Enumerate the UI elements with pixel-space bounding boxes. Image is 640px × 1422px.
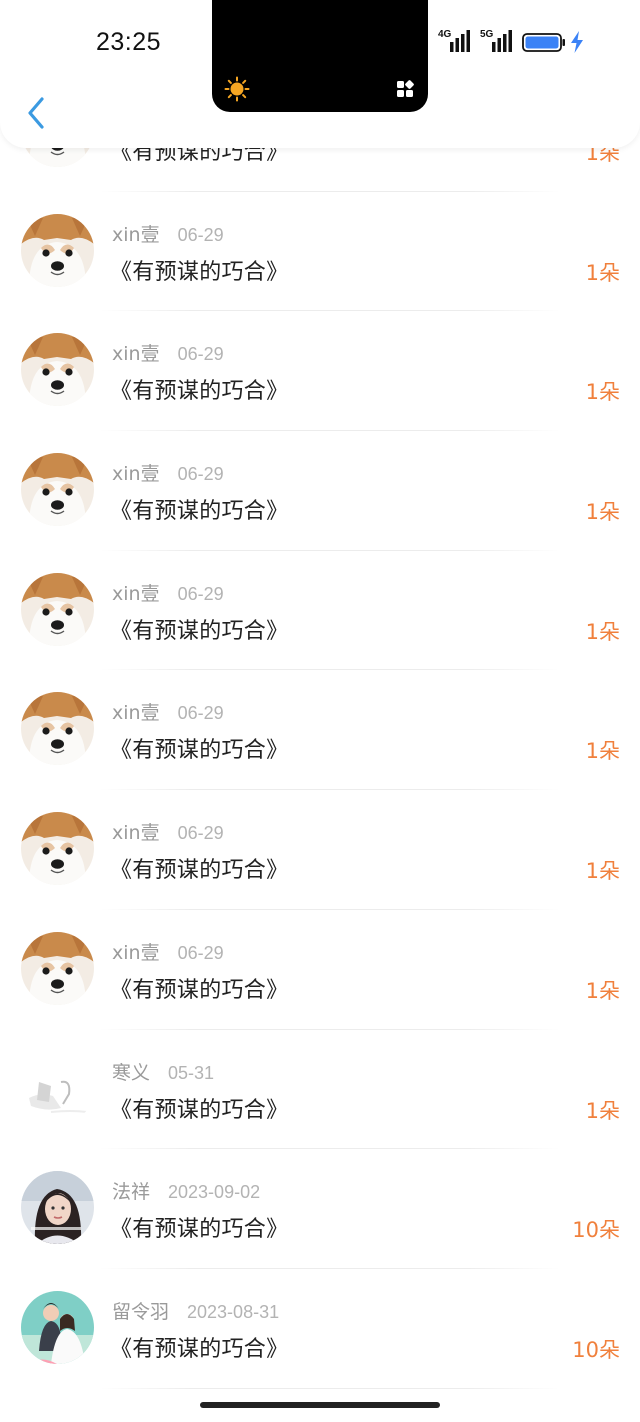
item-date: 06-29 bbox=[177, 344, 224, 365]
user-name: 法祥 bbox=[112, 1181, 151, 1204]
item-meta: xin壹 06-29 bbox=[112, 579, 224, 605]
gift-amount: 1朵 bbox=[585, 1098, 620, 1123]
avatar-corgi[interactable] bbox=[21, 453, 94, 527]
book-title: 《有预谋的巧合》 bbox=[110, 379, 289, 405]
gift-amount: 10朵 bbox=[572, 1218, 620, 1243]
back-button[interactable] bbox=[20, 96, 52, 130]
item-meta: xin壹 06-29 bbox=[112, 938, 224, 964]
user-name: xin壹 bbox=[112, 463, 160, 486]
gift-amount: 1朵 bbox=[585, 500, 620, 525]
item-meta: xin壹 06-29 bbox=[112, 220, 224, 246]
item-date: 06-29 bbox=[177, 224, 224, 245]
home-indicator[interactable] bbox=[200, 1402, 440, 1408]
user-name: xin壹 bbox=[112, 223, 160, 246]
item-meta: 寒义 05-31 bbox=[112, 1058, 215, 1084]
gift-amount: 1朵 bbox=[585, 380, 620, 405]
gift-amount: 1朵 bbox=[585, 859, 620, 884]
row-divider bbox=[100, 1387, 560, 1389]
gift-amount: 1朵 bbox=[585, 619, 620, 644]
avatar-corgi[interactable] bbox=[21, 213, 94, 287]
avatar-sketch[interactable] bbox=[21, 1051, 94, 1125]
book-title: 《有预谋的巧合》 bbox=[110, 499, 289, 525]
avatar-corgi[interactable] bbox=[21, 572, 94, 646]
avatar-corgi[interactable] bbox=[21, 931, 94, 1005]
gift-amount: 1朵 bbox=[585, 978, 620, 1003]
list-item[interactable]: xin壹 06-29 《有预谋的巧合》 1朵 bbox=[0, 790, 640, 910]
user-name: xin壹 bbox=[112, 822, 160, 845]
item-date: 05-31 bbox=[168, 1062, 215, 1083]
user-name: xin壹 bbox=[112, 702, 160, 725]
chevron-left-icon bbox=[28, 97, 44, 129]
user-name: xin壹 bbox=[112, 941, 160, 964]
list-item[interactable]: 留令羽 2023-08-31 《有预谋的巧合》 10朵 bbox=[0, 1269, 640, 1389]
sun-icon bbox=[224, 76, 250, 102]
avatar-couple[interactable] bbox=[21, 1290, 94, 1364]
item-date: 06-29 bbox=[177, 464, 224, 485]
list-item[interactable]: xin壹 06-29 《有预谋的巧合》 1朵 bbox=[0, 192, 640, 312]
user-name: 留令羽 bbox=[112, 1300, 170, 1323]
camera-notch bbox=[212, 0, 428, 112]
status-time: 23:25 bbox=[96, 28, 162, 56]
item-meta: xin壹 06-29 bbox=[112, 818, 224, 845]
book-title: 《有预谋的巧合》 bbox=[110, 738, 289, 764]
item-meta: 留令羽 2023-08-31 bbox=[112, 1297, 280, 1323]
user-name: xin壹 bbox=[112, 582, 160, 605]
battery-icon bbox=[522, 33, 565, 52]
item-date: 2023-09-02 bbox=[168, 1182, 261, 1203]
user-name: 寒义 bbox=[112, 1061, 151, 1084]
item-date: 06-29 bbox=[177, 583, 224, 604]
list-item[interactable]: xin壹 06-29 《有预谋的巧合》 1朵 bbox=[0, 670, 640, 791]
list-item[interactable]: xin壹 06-29 《有预谋的巧合》 1朵 bbox=[0, 311, 640, 432]
book-title: 《有预谋的巧合》 bbox=[110, 1336, 289, 1362]
item-meta: xin壹 06-29 bbox=[112, 698, 224, 725]
avatar-corgi[interactable] bbox=[21, 812, 94, 886]
item-date: 2023-08-31 bbox=[187, 1301, 280, 1322]
avatar-woman[interactable] bbox=[21, 1171, 94, 1245]
charging-bolt-icon bbox=[571, 31, 583, 53]
gift-record-list: 《有预谋的巧合》 1朵 xin壹 06-29 《有预谋的巧合》 1朵 xin壹 … bbox=[0, 72, 640, 1389]
item-date: 06-29 bbox=[177, 942, 224, 963]
book-title: 《有预谋的巧合》 bbox=[110, 1217, 289, 1243]
item-meta: xin壹 06-29 bbox=[112, 459, 224, 486]
list-item[interactable]: xin壹 06-29 《有预谋的巧合》 1朵 bbox=[0, 431, 640, 551]
item-meta: xin壹 06-29 bbox=[112, 339, 224, 366]
item-date: 06-29 bbox=[177, 703, 224, 724]
book-title: 《有预谋的巧合》 bbox=[110, 259, 289, 285]
widget-grid-icon bbox=[397, 80, 414, 97]
book-title: 《有预谋的巧合》 bbox=[110, 1097, 289, 1123]
book-title: 《有预谋的巧合》 bbox=[110, 977, 289, 1003]
gift-amount: 1朵 bbox=[585, 739, 620, 764]
item-meta: 法祥 2023-09-02 bbox=[112, 1177, 261, 1204]
book-title: 《有预谋的巧合》 bbox=[110, 858, 289, 884]
book-title: 《有预谋的巧合》 bbox=[110, 618, 289, 644]
gift-amount: 1朵 bbox=[585, 260, 620, 285]
avatar-corgi[interactable] bbox=[21, 692, 94, 766]
avatar-corgi[interactable] bbox=[21, 333, 94, 407]
list-item[interactable]: xin壹 06-29 《有预谋的巧合》 1朵 bbox=[0, 910, 640, 1030]
list-item[interactable]: 寒义 05-31 《有预谋的巧合》 1朵 bbox=[0, 1030, 640, 1150]
gift-amount: 10朵 bbox=[572, 1337, 620, 1362]
list-item[interactable]: xin壹 06-29 《有预谋的巧合》 1朵 bbox=[0, 551, 640, 671]
user-name: xin壹 bbox=[112, 343, 160, 366]
item-date: 06-29 bbox=[177, 823, 224, 844]
list-item[interactable]: 法祥 2023-09-02 《有预谋的巧合》 10朵 bbox=[0, 1149, 640, 1269]
status-header: 23:25 4G 5G bbox=[0, 0, 640, 148]
